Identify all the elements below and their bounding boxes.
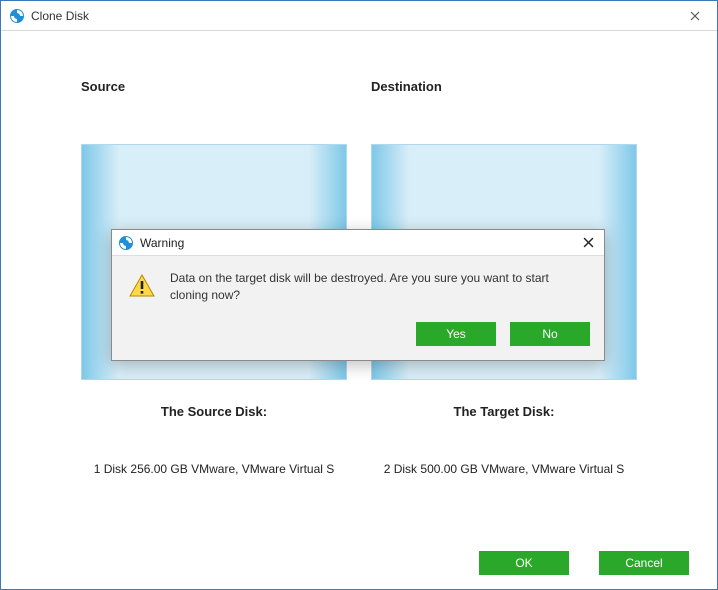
- window-close-button[interactable]: [673, 1, 717, 30]
- dialog-close-button[interactable]: [572, 230, 604, 255]
- ok-button[interactable]: OK: [479, 551, 569, 575]
- source-disk-description: 1 Disk 256.00 GB VMware, VMware Virtual …: [81, 461, 347, 478]
- target-disk-label: The Target Disk:: [371, 404, 637, 419]
- yes-button[interactable]: Yes: [416, 322, 496, 346]
- dialog-app-icon: [118, 235, 134, 251]
- dialog-title: Warning: [140, 236, 572, 250]
- dialog-message: Data on the target disk will be destroye…: [170, 270, 588, 304]
- source-header: Source: [81, 79, 347, 94]
- warning-dialog: Warning Data on the target disk will be …: [111, 229, 605, 361]
- no-button[interactable]: No: [510, 322, 590, 346]
- source-disk-label: The Source Disk:: [81, 404, 347, 419]
- cancel-button[interactable]: Cancel: [599, 551, 689, 575]
- footer-buttons: OK Cancel: [479, 551, 689, 575]
- dialog-titlebar: Warning: [112, 230, 604, 256]
- warning-icon: [128, 272, 156, 300]
- clone-disk-window: Clone Disk Source The Source Disk: 1 Dis…: [0, 0, 718, 590]
- target-disk-description: 2 Disk 500.00 GB VMware, VMware Virtual …: [371, 461, 637, 478]
- titlebar: Clone Disk: [1, 1, 717, 31]
- window-title: Clone Disk: [31, 9, 673, 23]
- destination-header: Destination: [371, 79, 637, 94]
- app-icon: [9, 8, 25, 24]
